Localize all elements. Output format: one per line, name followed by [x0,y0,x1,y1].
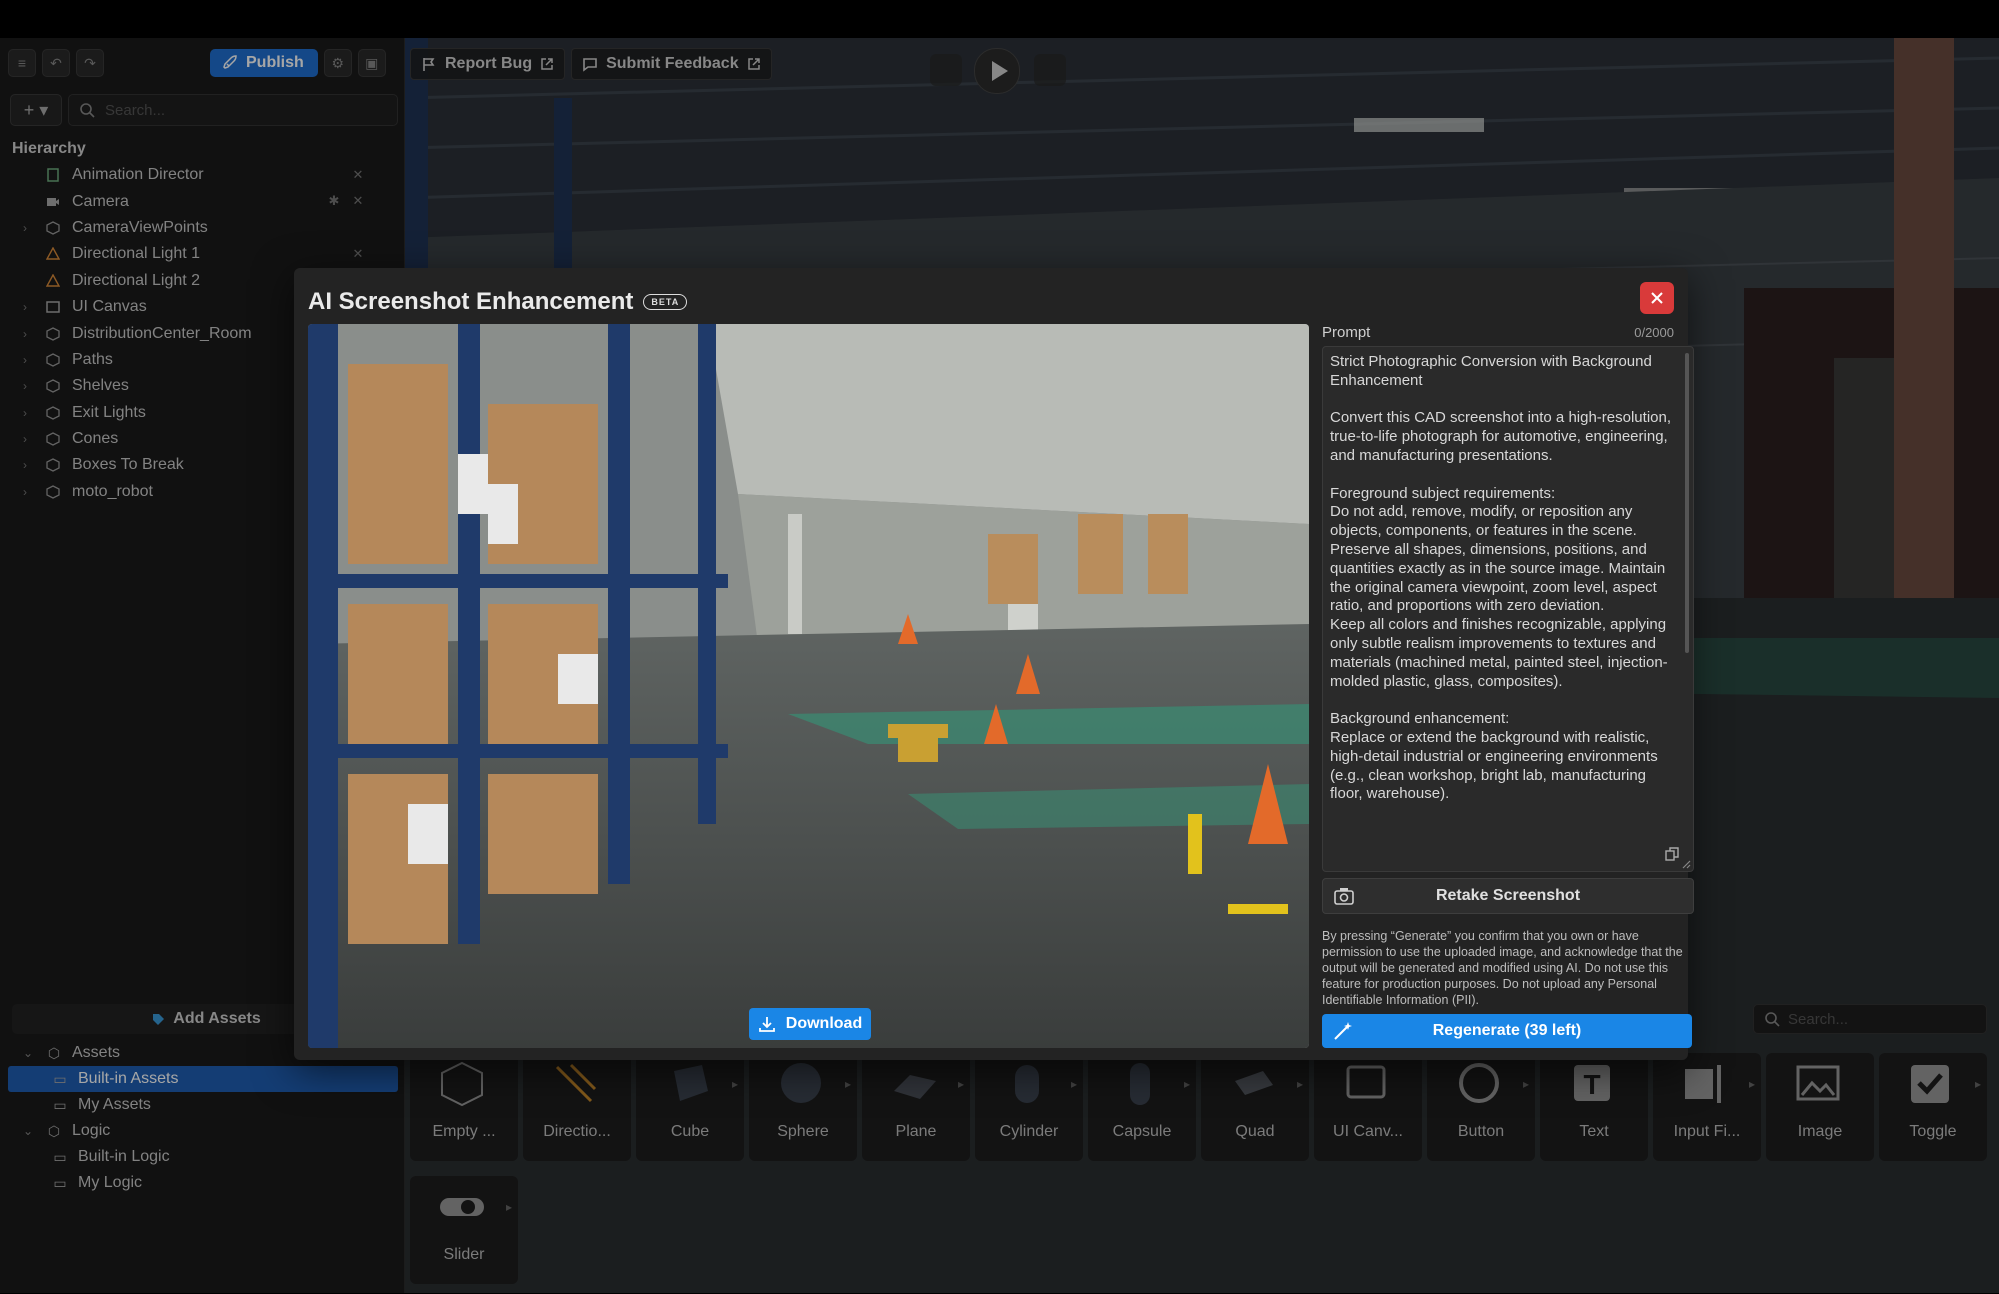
download-button[interactable]: Download [749,1008,871,1040]
dialog-title-text: AI Screenshot Enhancement [308,288,634,315]
regenerate-button[interactable]: Regenerate (39 left) [1322,1014,1692,1048]
close-button[interactable] [1640,282,1674,314]
prompt-text[interactable]: Strict Photographic Conversion with Back… [1330,353,1674,863]
prompt-label: Prompt [1322,324,1371,341]
regenerate-label: Regenerate (39 left) [1432,1022,1582,1039]
dialog-title: AI Screenshot Enhancement BETA [308,288,688,316]
retake-label: Retake Screenshot [1435,887,1581,904]
copy-icon[interactable] [1665,847,1679,861]
beta-badge: BETA [643,294,688,310]
resize-handle-icon[interactable] [1681,859,1691,869]
warehouse-photo [308,324,1309,1048]
ai-screenshot-enhancement-dialog: AI Screenshot Enhancement BETA Download … [294,268,1694,1060]
download-icon [758,1017,775,1032]
camera-icon [1334,888,1354,905]
enhanced-image-preview: Download [308,324,1309,1048]
magic-wand-icon [1334,1022,1352,1040]
ai-disclaimer: By pressing “Generate” you confirm that … [1322,929,1683,1007]
close-icon [1651,292,1663,304]
prompt-textarea[interactable]: Strict Photographic Conversion with Back… [1322,346,1694,872]
prompt-char-count: 0/2000 [1634,325,1674,340]
retake-screenshot-button[interactable]: Retake Screenshot [1322,878,1694,914]
download-label: Download [785,1015,863,1032]
prompt-scrollbar[interactable] [1685,353,1689,653]
